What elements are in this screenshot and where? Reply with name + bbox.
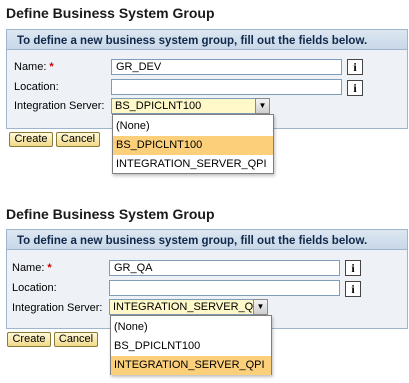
dropdown-option-none[interactable]: (None): [113, 117, 273, 136]
location-label: Location:: [12, 282, 57, 294]
page-title: Define Business System Group: [6, 206, 215, 222]
name-label: Name: *: [14, 61, 54, 73]
dropdown-option-integration-server-qpi[interactable]: INTEGRATION_SERVER_QPI: [111, 356, 271, 375]
integration-server-label: Integration Server:: [14, 100, 105, 112]
required-marker: *: [47, 262, 52, 274]
name-input[interactable]: GR_QA: [109, 260, 340, 276]
name-input[interactable]: GR_DEV: [111, 59, 342, 75]
required-marker: *: [49, 61, 54, 73]
integration-server-select[interactable]: BS_DPICLNT100: [111, 98, 256, 114]
integration-server-label: Integration Server:: [12, 302, 103, 314]
info-icon[interactable]: i: [347, 80, 363, 96]
chevron-down-icon[interactable]: ▼: [253, 299, 268, 315]
dropdown-option-bs-dpiclnt100[interactable]: BS_DPICLNT100: [111, 337, 271, 356]
info-icon[interactable]: i: [345, 260, 361, 276]
panel-header: To define a new business system group, f…: [7, 230, 407, 250]
location-input[interactable]: [109, 280, 340, 296]
page-title: Define Business System Group: [6, 5, 215, 21]
dropdown-option-bs-dpiclnt100[interactable]: BS_DPICLNT100: [113, 136, 273, 155]
dropdown-option-none[interactable]: (None): [111, 318, 271, 337]
integration-server-select[interactable]: INTEGRATION_SERVER_QPI: [109, 299, 254, 315]
integration-server-dropdown: (None) BS_DPICLNT100 INTEGRATION_SERVER_…: [112, 114, 274, 174]
create-button[interactable]: Create: [7, 332, 51, 347]
panel-header: To define a new business system group, f…: [7, 30, 407, 50]
info-icon[interactable]: i: [345, 281, 361, 297]
integration-server-dropdown: (None) BS_DPICLNT100 INTEGRATION_SERVER_…: [110, 315, 272, 375]
location-label: Location:: [14, 81, 59, 93]
name-label: Name: *: [12, 262, 52, 274]
create-button[interactable]: Create: [9, 132, 53, 147]
cancel-button[interactable]: Cancel: [56, 132, 100, 147]
cancel-button[interactable]: Cancel: [54, 332, 98, 347]
dropdown-option-integration-server-qpi[interactable]: INTEGRATION_SERVER_QPI: [113, 155, 273, 174]
chevron-down-icon[interactable]: ▼: [255, 98, 270, 114]
location-input[interactable]: [111, 79, 342, 95]
info-icon[interactable]: i: [347, 59, 363, 75]
